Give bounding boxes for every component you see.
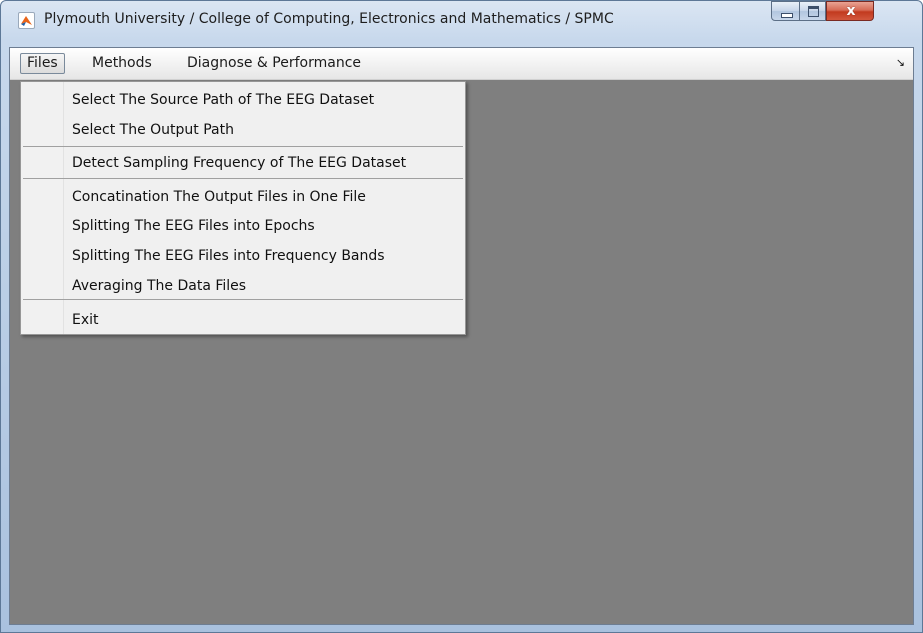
menu-item-split-into-epochs[interactable]: Splitting The EEG Files into Epochs bbox=[72, 213, 315, 239]
menu-item-detect-sampling-frequency[interactable]: Detect Sampling Frequency of The EEG Dat… bbox=[72, 150, 406, 176]
menu-separator bbox=[23, 178, 463, 179]
menu-diagnose-performance[interactable]: Diagnose & Performance bbox=[181, 53, 367, 74]
menu-item-select-source-path[interactable]: Select The Source Path of The EEG Datase… bbox=[72, 87, 374, 113]
menu-icon-gutter bbox=[21, 82, 64, 334]
window-title: Plymouth University / College of Computi… bbox=[44, 11, 614, 27]
close-icon: x bbox=[846, 3, 856, 19]
menubar-overflow-icon[interactable]: ↘ bbox=[896, 56, 905, 69]
menu-files[interactable]: Files bbox=[20, 53, 65, 74]
files-dropdown-menu: Select The Source Path of The EEG Datase… bbox=[20, 81, 466, 335]
minimize-button[interactable] bbox=[771, 1, 800, 21]
menu-separator bbox=[23, 146, 463, 147]
close-button[interactable]: x bbox=[826, 1, 874, 21]
menu-item-exit[interactable]: Exit bbox=[72, 307, 99, 333]
title-bar[interactable]: Plymouth University / College of Computi… bbox=[1, 1, 922, 47]
menu-methods[interactable]: Methods bbox=[86, 53, 158, 74]
menu-item-concatenate-output-files[interactable]: Concatination The Output Files in One Fi… bbox=[72, 184, 366, 210]
matlab-icon[interactable] bbox=[18, 12, 35, 29]
menu-separator bbox=[23, 299, 463, 300]
menu-bar: Files Methods Diagnose & Performance ↘ bbox=[10, 48, 913, 80]
app-window: Plymouth University / College of Computi… bbox=[0, 0, 923, 633]
menu-item-average-data-files[interactable]: Averaging The Data Files bbox=[72, 273, 246, 299]
maximize-icon bbox=[808, 6, 819, 17]
menu-item-split-into-frequency-bands[interactable]: Splitting The EEG Files into Frequency B… bbox=[72, 243, 385, 269]
menu-item-select-output-path[interactable]: Select The Output Path bbox=[72, 117, 234, 143]
maximize-button[interactable] bbox=[799, 1, 826, 21]
minimize-icon bbox=[781, 13, 793, 18]
